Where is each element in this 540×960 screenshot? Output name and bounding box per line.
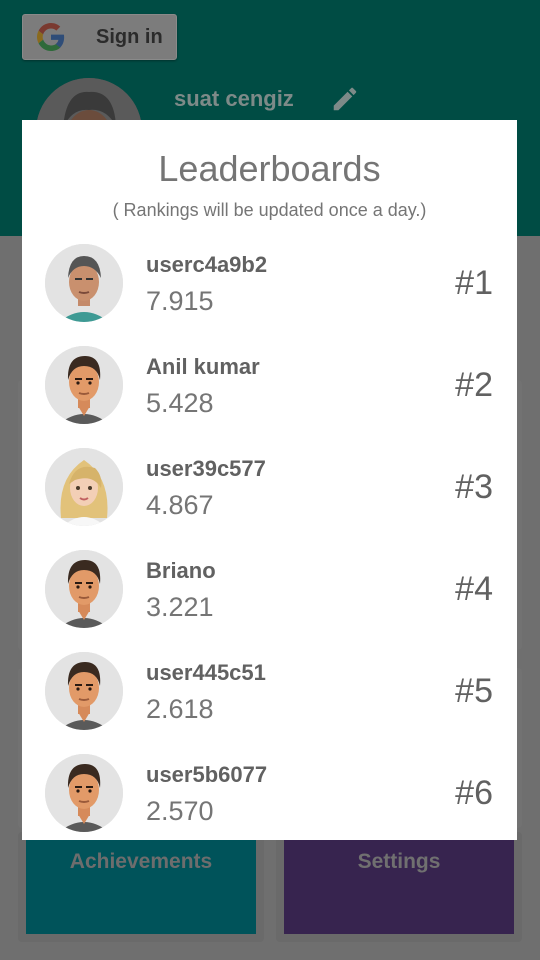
player-name: user39c577: [146, 456, 266, 481]
player-name: userc4a9b2: [146, 252, 268, 277]
google-icon: [37, 23, 65, 51]
player-avatar: [45, 754, 123, 832]
player-score: 2.618: [146, 694, 214, 724]
edit-pencil-icon[interactable]: [330, 84, 360, 114]
leaderboard-row[interactable]: user5b6077 2.570 #6: [22, 754, 517, 840]
player-name: Anil kumar: [146, 354, 260, 379]
player-score: 7.915: [146, 286, 214, 316]
dialog-title: Leaderboards: [158, 148, 381, 189]
player-rank: #6: [455, 774, 493, 812]
dialog-subtitle: ( Rankings will be updated once a day.): [112, 200, 427, 220]
player-name: user5b6077: [146, 762, 268, 787]
player-name: Briano: [146, 558, 216, 583]
player-rank: #3: [455, 468, 493, 506]
player-avatar: [45, 652, 123, 730]
player-avatar: [45, 244, 123, 322]
leaderboard-row[interactable]: userc4a9b2 7.915 #1: [22, 244, 517, 346]
leaderboard-row[interactable]: Anil kumar 5.428 #2: [22, 346, 517, 448]
leaderboard-row[interactable]: user445c51 2.618 #5: [22, 652, 517, 754]
player-name: user445c51: [146, 660, 266, 685]
achievements-label: Achievements: [69, 850, 213, 873]
player-rank: #1: [455, 264, 493, 302]
profile-user-name: suat cengiz: [174, 86, 294, 111]
player-score: 2.570: [146, 796, 214, 826]
player-score: 4.867: [146, 490, 214, 520]
sign-in-label: Sign in: [96, 26, 163, 48]
player-rank: #4: [455, 570, 493, 608]
leaderboards-dialog: Leaderboards ( Rankings will be updated …: [22, 120, 517, 840]
player-rank: #2: [455, 366, 493, 404]
player-rank: #5: [455, 672, 493, 710]
player-avatar: [45, 346, 123, 424]
settings-label: Settings: [357, 850, 441, 873]
achievements-button[interactable]: Achievements: [26, 840, 256, 934]
leaderboard-row[interactable]: user39c577 4.867 #3: [22, 448, 517, 550]
leaderboard-row[interactable]: Briano 3.221 #4: [22, 550, 517, 652]
player-score: 3.221: [146, 592, 214, 622]
google-sign-in-button[interactable]: Sign in: [22, 14, 177, 60]
player-score: 5.428: [146, 388, 214, 418]
player-avatar: [45, 550, 123, 628]
player-avatar: [45, 448, 123, 526]
settings-button[interactable]: Settings: [284, 840, 514, 934]
leaderboard-list[interactable]: userc4a9b2 7.915 #1 Anil kumar 5.428 #2 user39…: [22, 244, 517, 840]
